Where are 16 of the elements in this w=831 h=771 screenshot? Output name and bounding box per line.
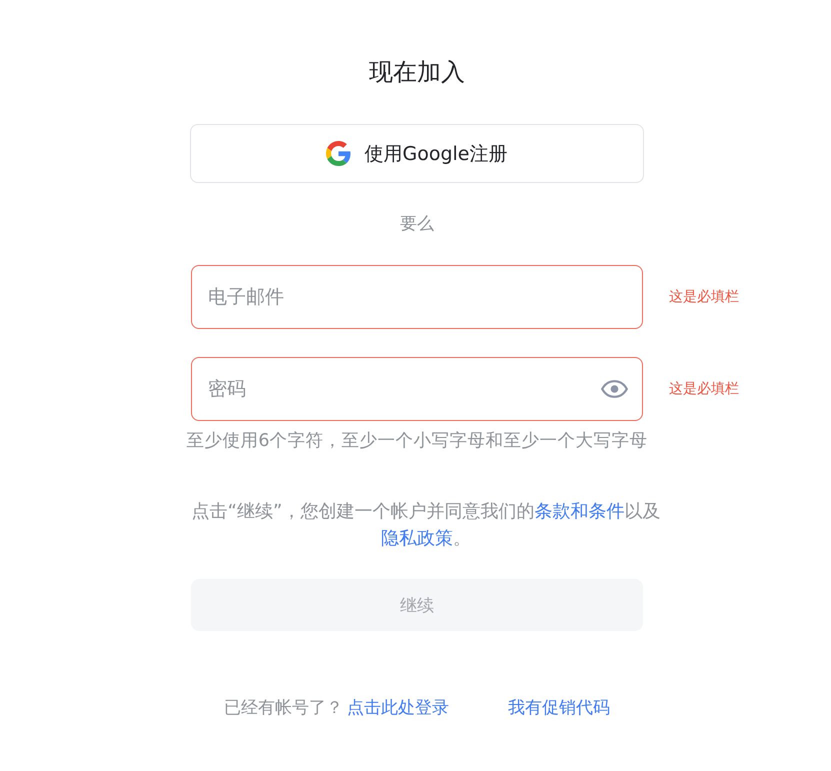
error-message: 这是必填栏 [669,288,739,307]
error-message: 这是必填栏 [669,380,739,399]
consent-text: 点击“继续”，您创建一个帐户并同意我们的条款和条件以及 隐私政策。 [190,500,662,551]
password-field[interactable]: 密码 [191,357,643,421]
password-hint: 至少使用6个字符，至少一个小写字母和至少一个大写字母 [186,430,648,452]
promo-code-link[interactable]: 我有促销代码 [508,696,610,720]
email-field[interactable]: 电子邮件 [191,265,643,329]
page-title: 现在加入 [369,57,465,88]
google-logo-icon [326,141,352,166]
policy-link[interactable]: 条款和条件 [534,501,624,522]
eye-icon[interactable] [601,380,628,398]
google-signup-button[interactable]: 使用Google注册 [190,124,644,183]
login-link[interactable]: 点击此处登录 [347,696,449,720]
divider-text: 要么 [400,213,434,236]
policy-link[interactable]: 隐私政策 [381,528,453,549]
login-prompt: 已经有帐号了？ [224,697,343,720]
